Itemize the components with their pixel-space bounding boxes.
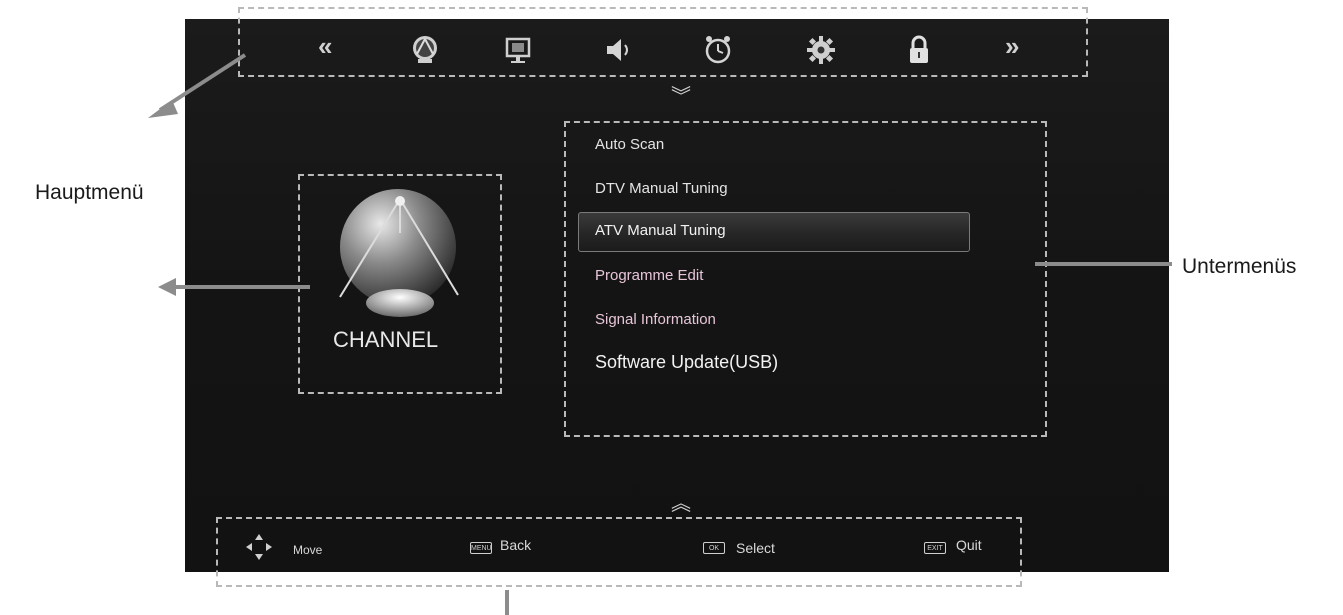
hint-move: Move	[293, 543, 323, 557]
time-icon[interactable]	[702, 34, 734, 66]
channel-icon[interactable]	[409, 34, 441, 66]
submenu-item-auto-scan[interactable]: Auto Scan	[595, 136, 664, 153]
submenu-item-atv-manual-tuning[interactable]: ATV Manual Tuning	[595, 222, 726, 239]
picture-icon[interactable]	[502, 34, 534, 66]
menu-key-icon: MENU	[470, 542, 492, 554]
channel-menu-icon	[318, 185, 478, 320]
main-menu-label: CHANNEL	[333, 327, 439, 352]
submenu-item-dtv-manual-tuning[interactable]: DTV Manual Tuning	[595, 180, 728, 197]
submenu-item-programme-edit[interactable]: Programme Edit	[595, 267, 703, 284]
submenu-item-signal-information[interactable]: Signal Information	[595, 311, 716, 328]
ok-key-icon: OK	[703, 542, 725, 554]
hint-back: Back	[500, 537, 532, 553]
lock-icon[interactable]	[903, 34, 935, 66]
hint-select: Select	[736, 540, 775, 556]
hint-quit: Quit	[956, 537, 982, 553]
exit-key-icon: EXIT	[924, 542, 946, 554]
setup-gear-icon[interactable]	[805, 34, 837, 66]
scroll-down-indicator[interactable]: ︾	[671, 80, 691, 109]
move-arrows-icon	[244, 532, 274, 562]
top-right-arrow[interactable]: »	[1005, 31, 1019, 62]
scroll-up-indicator[interactable]: ︽	[671, 487, 691, 516]
submenu-item-software-update[interactable]: Software Update(USB)	[595, 352, 778, 373]
sound-icon[interactable]	[603, 34, 635, 66]
top-left-arrow[interactable]: «	[318, 31, 332, 62]
